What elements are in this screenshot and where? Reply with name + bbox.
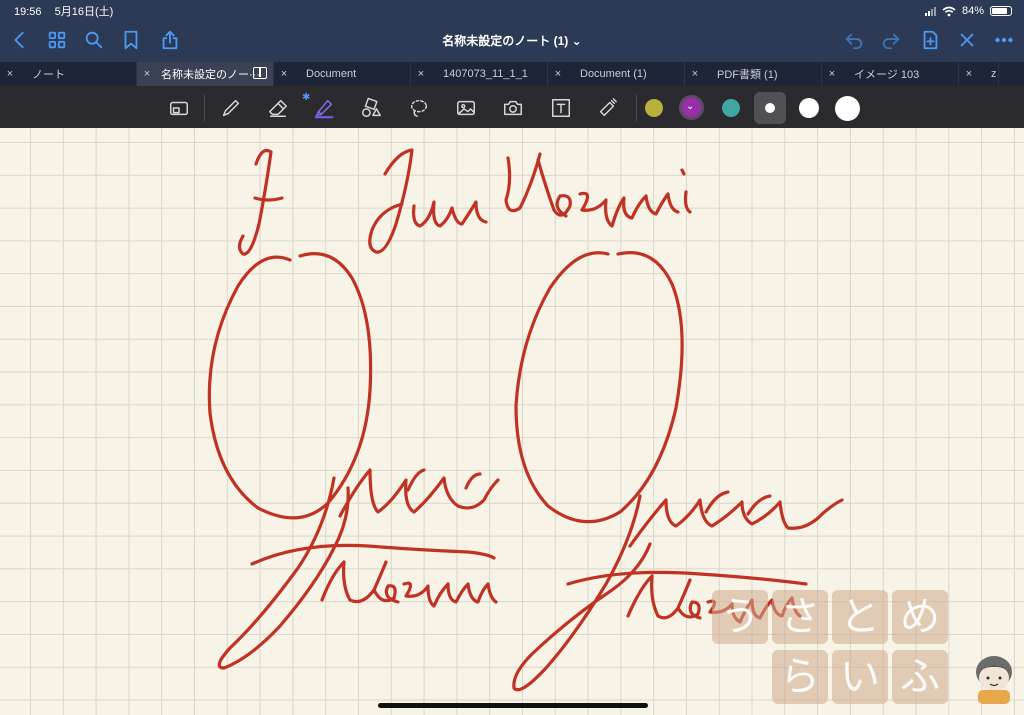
split-view-icon[interactable] (253, 67, 267, 79)
tab-close-icon[interactable]: × (137, 68, 157, 80)
size-dot-small (765, 103, 775, 113)
note-canvas[interactable]: う さ と め ら い ふ (0, 128, 1024, 715)
pen-size-small-selected[interactable] (754, 92, 786, 124)
watermark-char: め (892, 590, 948, 644)
watermark-char: う (712, 590, 768, 644)
top-bar: 19:56 5月16日(土) 84% 名称未設定のノート (1) ⌄ (0, 0, 1024, 62)
tab-label[interactable]: ノート (20, 66, 136, 82)
document-title[interactable]: 名称未設定のノート (1) ⌄ (0, 32, 1024, 49)
watermark-logo: う さ と め ら い ふ (712, 590, 1024, 710)
tab-close-icon[interactable]: × (822, 68, 842, 80)
watermark-char: い (832, 650, 888, 704)
pen-size-large[interactable] (835, 96, 860, 121)
laser-pointer-icon[interactable] (594, 95, 620, 121)
status-date: 5月16日(土) (54, 6, 114, 18)
tab-close-icon[interactable]: × (685, 68, 705, 80)
image-icon[interactable] (453, 95, 479, 121)
tab-document-1[interactable]: × Document (1) (548, 62, 685, 86)
wifi-icon (942, 6, 956, 16)
battery-percent: 84% (961, 5, 984, 17)
status-time: 19:56 (14, 6, 42, 18)
tab-bar: × ノート × 名称未設定のノー··· × Document × 1407073… (0, 62, 1024, 86)
signature-line-1 (237, 148, 692, 256)
text-icon[interactable] (548, 95, 574, 121)
close-icon[interactable] (955, 28, 979, 52)
document-title-text[interactable]: 名称未設定のノート (1) (442, 34, 568, 48)
watermark-char: と (832, 590, 888, 644)
tab-label[interactable]: イメージ 103 (842, 66, 958, 82)
drawing-toolbar: ✱ ⌄ (0, 86, 1024, 128)
tab-pdf[interactable]: × PDF書類 (1) (685, 62, 822, 86)
pen-size-medium[interactable] (799, 98, 819, 118)
tab-close-icon[interactable]: × (959, 68, 979, 80)
tab-untitled-note[interactable]: × 名称未設定のノー··· (137, 62, 274, 86)
tab-note[interactable]: × ノート (0, 62, 137, 86)
pen-icon[interactable] (218, 95, 244, 121)
tab-close-icon[interactable]: × (0, 68, 20, 80)
watermark-char: ふ (892, 650, 948, 704)
zoom-window-icon[interactable] (166, 95, 192, 121)
battery-level-fill (992, 8, 1008, 14)
shape-icon[interactable] (358, 95, 384, 121)
add-page-icon[interactable] (918, 28, 942, 52)
tab-label[interactable]: Document (294, 68, 410, 80)
bluetooth-icon: ✱ (302, 92, 311, 103)
tab-close-icon[interactable]: × (274, 68, 294, 80)
camera-icon[interactable] (500, 95, 526, 121)
cellular-signal-icon (924, 6, 936, 16)
toolbar-divider (636, 95, 637, 121)
undo-icon[interactable] (842, 28, 866, 52)
lasso-icon[interactable] (406, 95, 432, 121)
navigation-bar: 名称未設定のノート (1) ⌄ (0, 24, 1024, 56)
signature-left (207, 252, 500, 670)
tab-label[interactable]: z (979, 68, 998, 80)
tab-label[interactable]: Document (1) (568, 68, 684, 80)
avatar-icon (976, 656, 1012, 704)
battery-icon (990, 6, 1012, 16)
tab-document[interactable]: × Document (274, 62, 411, 86)
color-swatch-olive[interactable] (645, 99, 663, 117)
toolbar-divider (204, 95, 205, 121)
tab-label[interactable]: PDF書類 (1) (705, 66, 821, 82)
tab-image-103[interactable]: × イメージ 103 (822, 62, 959, 86)
tab-overflow[interactable]: × z (959, 62, 999, 86)
watermark-char: さ (772, 590, 828, 644)
tab-close-icon[interactable]: × (411, 68, 431, 80)
watermark-char: ら (772, 650, 828, 704)
redo-icon[interactable] (879, 28, 903, 52)
color-swatch-teal[interactable] (722, 99, 740, 117)
eraser-icon[interactable] (265, 95, 291, 121)
tab-1407073[interactable]: × 1407073_11_1_1 (411, 62, 548, 86)
more-icon[interactable] (992, 28, 1016, 52)
status-bar: 19:56 5月16日(土) 84% (14, 4, 1012, 18)
color-swatch-purple-selected[interactable]: ⌄ (679, 95, 704, 120)
tab-label[interactable]: 1407073_11_1_1 (431, 68, 547, 80)
highlighter-icon[interactable] (311, 95, 337, 121)
home-indicator[interactable] (378, 703, 648, 708)
tab-close-icon[interactable]: × (548, 68, 568, 80)
chevron-down-icon: ⌄ (686, 101, 695, 112)
chevron-down-icon[interactable]: ⌄ (572, 34, 582, 48)
